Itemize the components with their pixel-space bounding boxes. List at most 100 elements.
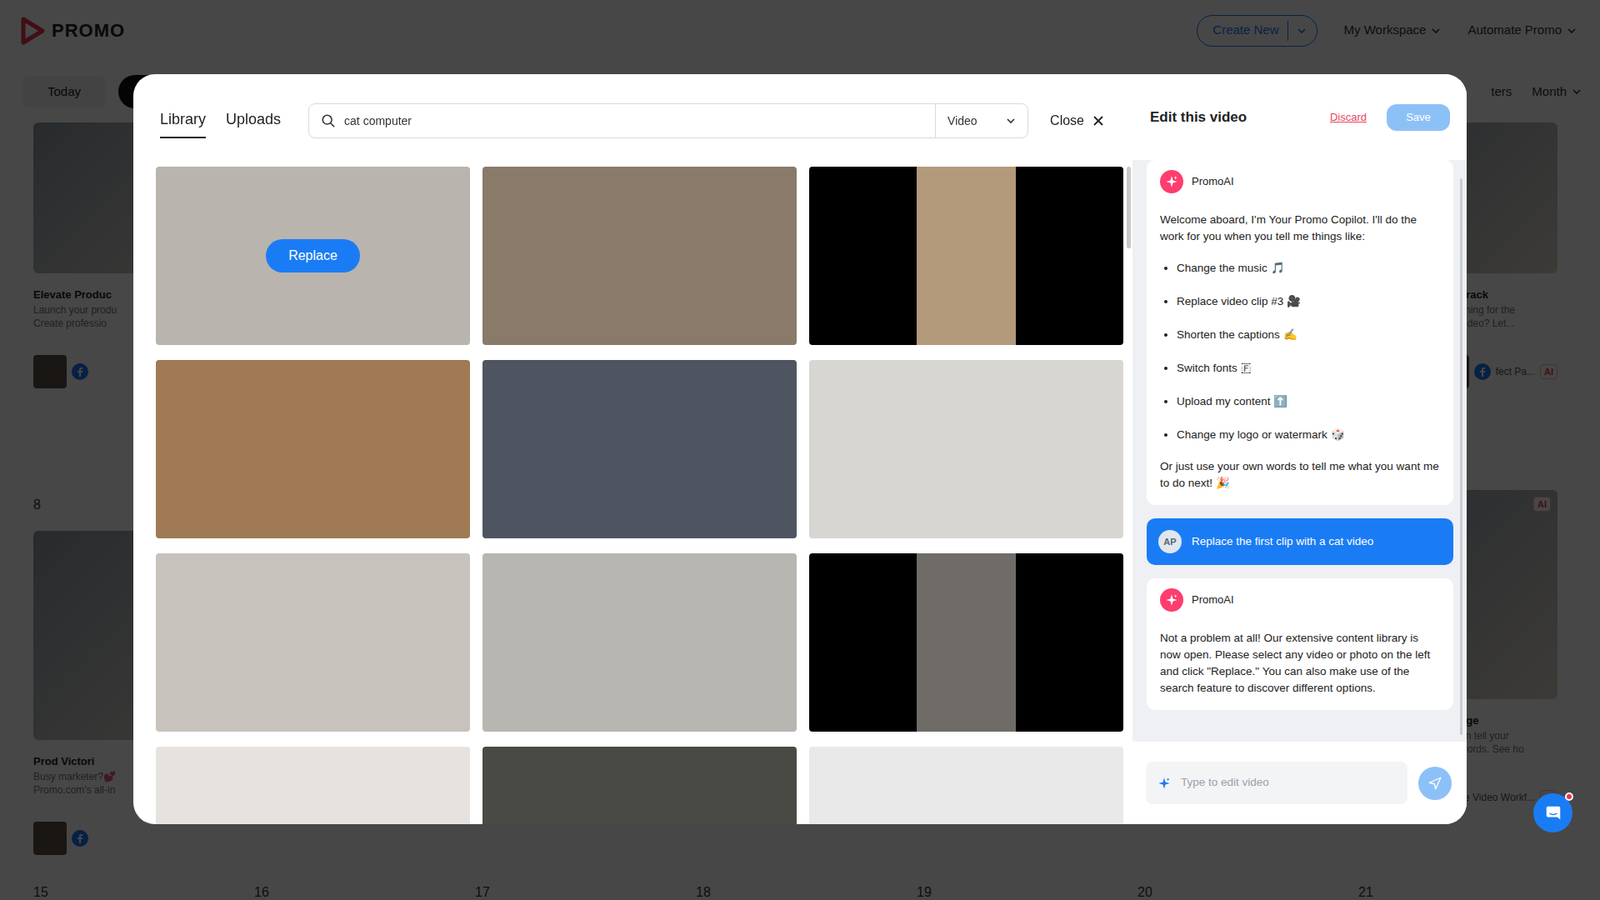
media-preview	[482, 553, 797, 732]
tile-hover-layer	[809, 360, 1124, 539]
media-tile[interactable]	[482, 746, 797, 825]
close-label: Close	[1050, 110, 1085, 131]
editor-title: Edit this video	[1150, 106, 1247, 129]
media-preview	[916, 553, 1016, 732]
chat-bubble-icon	[1545, 805, 1560, 820]
media-tile[interactable]: Replace	[155, 166, 470, 345]
chat-messages: PromoAIWelcome aboard, I'm Your Promo Co…	[1132, 160, 1460, 742]
replace-button[interactable]: Replace	[265, 239, 360, 273]
discard-button[interactable]: Discard	[1330, 109, 1367, 126]
suggestion-item: Replace video clip #3 🎥	[1176, 293, 1440, 310]
search-input[interactable]	[335, 112, 935, 130]
send-plane-icon	[1429, 777, 1441, 790]
save-button[interactable]: Save	[1386, 104, 1450, 131]
media-tile[interactable]	[482, 360, 797, 539]
close-icon	[1092, 115, 1105, 127]
media-tile[interactable]	[155, 746, 470, 825]
assistant-sparkle-icon	[1165, 175, 1177, 187]
media-preview	[809, 360, 1124, 539]
media-preview	[155, 360, 470, 539]
sparkle-icon	[1158, 777, 1170, 789]
media-tile[interactable]	[809, 746, 1124, 825]
tile-hover-layer	[482, 746, 797, 825]
assistant-sparkle-icon	[1165, 593, 1179, 607]
media-preview: Replace	[155, 166, 470, 345]
media-tile[interactable]	[155, 360, 470, 539]
media-preview	[482, 360, 797, 539]
media-preview	[809, 746, 1124, 825]
assistant-text: Not a problem at all! Our extensive cont…	[1160, 630, 1440, 697]
send-plane-icon	[1427, 775, 1443, 791]
media-modal: Library Uploads Video Close Replace Edit this…	[133, 74, 1467, 825]
assistant-name: PromoAI	[1191, 173, 1235, 190]
media-tile[interactable]	[482, 166, 797, 345]
help-chat-button[interactable]	[1533, 793, 1573, 833]
tile-hover-layer	[809, 746, 1124, 825]
library-tab[interactable]: Uploads	[225, 103, 281, 139]
media-tile[interactable]	[809, 360, 1124, 539]
media-preview	[155, 746, 470, 825]
media-type-select[interactable]: Video	[935, 104, 1028, 138]
tile-hover-layer	[482, 553, 797, 732]
assistant-sparkle-icon	[1160, 588, 1184, 612]
assistant-name: PromoAI	[1191, 591, 1235, 609]
tile-hover-layer	[482, 360, 797, 539]
close-button[interactable]: Close	[1050, 110, 1105, 131]
tile-hover-layer	[155, 553, 470, 732]
library-header: Library Uploads Video Close	[133, 74, 1133, 139]
chat-input-box	[1145, 761, 1408, 805]
suggestion-item: Shorten the captions ✍️	[1176, 326, 1440, 344]
tile-hover-layer	[916, 553, 1016, 732]
chat-bubble-icon	[1544, 804, 1563, 823]
editor-header: Edit this video Discard Save	[1132, 74, 1467, 160]
chat-bubble-icon	[1544, 804, 1563, 823]
media-preview	[482, 166, 797, 345]
media-tile[interactable]	[809, 553, 1124, 732]
tile-hover-layer	[155, 746, 470, 825]
library-body: Replace	[133, 138, 1133, 825]
media-type-label: Video	[947, 112, 978, 130]
media-tile[interactable]	[482, 553, 797, 732]
search-icon	[320, 113, 336, 129]
chat-scrollbar[interactable]	[1460, 178, 1463, 735]
suggestion-item: Change the music 🎵	[1176, 260, 1440, 277]
suggestion-item: Upload my content ⬆️	[1176, 393, 1440, 410]
chat-input[interactable]	[1179, 773, 1396, 792]
assistant-header: PromoAI	[1160, 588, 1440, 612]
assistant-message: PromoAIWelcome aboard, I'm Your Promo Co…	[1146, 160, 1454, 505]
media-tile[interactable]	[809, 166, 1124, 345]
assistant-closing: Or just use your own words to tell me wh…	[1160, 458, 1440, 492]
suggestion-item: Switch fonts 🇫	[1176, 360, 1440, 377]
assistant-sparkle-icon	[1165, 594, 1177, 605]
library-tabs: Library Uploads	[160, 103, 281, 139]
sparkle-icon	[1157, 776, 1171, 790]
tile-hover-layer	[155, 360, 470, 539]
assistant-sparkle-icon	[1174, 175, 1178, 180]
library-scroll-thumb[interactable]	[1126, 166, 1131, 249]
sparkle-icon	[1166, 777, 1170, 781]
sparkle-icon	[1157, 776, 1171, 790]
search-icon	[322, 115, 332, 125]
assistant-sparkle-icon	[1174, 594, 1178, 598]
library-scrollbar[interactable]	[1126, 166, 1131, 825]
editor-pane: Edit this video Discard Save PromoAIWelcome…	[1132, 74, 1467, 825]
media-tile[interactable]	[155, 553, 470, 732]
media-grid: Replace	[155, 166, 1124, 825]
assistant-sparkle-icon	[1165, 175, 1179, 189]
search-box: Video	[308, 103, 1029, 139]
suggestion-item: Change my logo or watermark 🎲	[1176, 426, 1440, 444]
chevron-down-icon	[1005, 115, 1016, 126]
media-preview	[155, 553, 470, 732]
close-icon	[1092, 115, 1105, 127]
media-preview	[916, 166, 1016, 345]
assistant-message: PromoAI Not a problem at all! Our extensi…	[1146, 578, 1454, 710]
user-message: APReplace the first clip with a cat vide…	[1146, 518, 1454, 565]
library-tab[interactable]: Library	[160, 103, 206, 139]
user-message-text: Replace the first clip with a cat video	[1191, 533, 1374, 550]
tile-hover-layer: Replace	[155, 166, 470, 345]
suggestion-list: Change the music 🎵 Replace video clip #3 …	[1160, 260, 1440, 444]
send-button[interactable]	[1418, 766, 1452, 800]
notification-dot	[1565, 792, 1574, 801]
chat-footer	[1132, 741, 1467, 825]
chevron-down-icon	[1007, 119, 1015, 123]
